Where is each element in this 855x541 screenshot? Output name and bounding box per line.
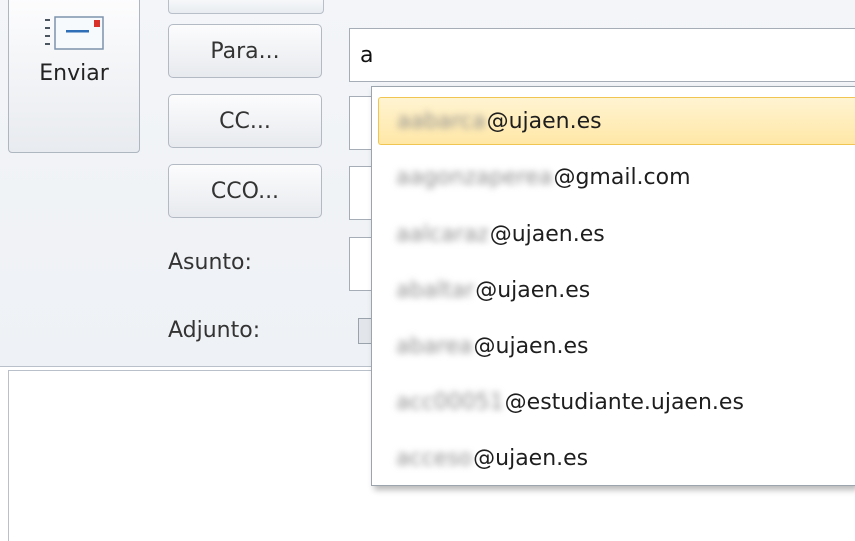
address-domain: @ujaen.es [473,333,589,359]
address-local-part: acc00051 [396,389,504,415]
address-domain: @estudiante.ujaen.es [504,389,744,415]
toolbar-button-partial[interactable] [168,0,324,14]
bcc-button[interactable]: CCO... [168,164,322,218]
address-local-part: abarea [396,333,473,359]
address-domain: @ujaen.es [473,445,589,471]
to-input[interactable]: a [349,28,855,82]
autocomplete-item[interactable]: aagonzaperea @gmail.com [378,153,855,201]
autocomplete-item[interactable]: aalcaraz @ujaen.es [378,210,855,258]
address-local-part: aagonzaperea [396,164,553,190]
subject-label: Asunto: [168,250,252,275]
autocomplete-list: aabarca @ujaen.es aagonzaperea @gmail.co… [371,86,855,486]
attachment-label: Adjunto: [168,318,261,343]
address-domain: @ujaen.es [486,108,602,134]
autocomplete-item[interactable]: abaltar @ujaen.es [378,266,855,314]
attachment-file-icon[interactable] [358,318,372,344]
autocomplete-item[interactable]: abarea @ujaen.es [378,322,855,370]
send-label: Enviar [39,61,109,86]
autocomplete-item-selected[interactable]: aabarca @ujaen.es [378,97,855,145]
address-local-part: acceso [396,445,473,471]
send-button[interactable]: Enviar [8,0,140,153]
address-local-part: aalcaraz [396,221,489,247]
autocomplete-item[interactable]: acceso @ujaen.es [378,434,855,482]
address-domain: @ujaen.es [489,221,605,247]
envelope-send-icon [45,16,104,50]
address-local-part: aabarca [397,108,486,134]
to-button[interactable]: Para... [168,24,322,78]
address-domain: @gmail.com [553,164,691,190]
autocomplete-item[interactable]: acc00051 @estudiante.ujaen.es [378,378,855,426]
address-domain: @ujaen.es [475,277,591,303]
cc-button[interactable]: CC... [168,94,322,148]
address-local-part: abaltar [396,277,475,303]
